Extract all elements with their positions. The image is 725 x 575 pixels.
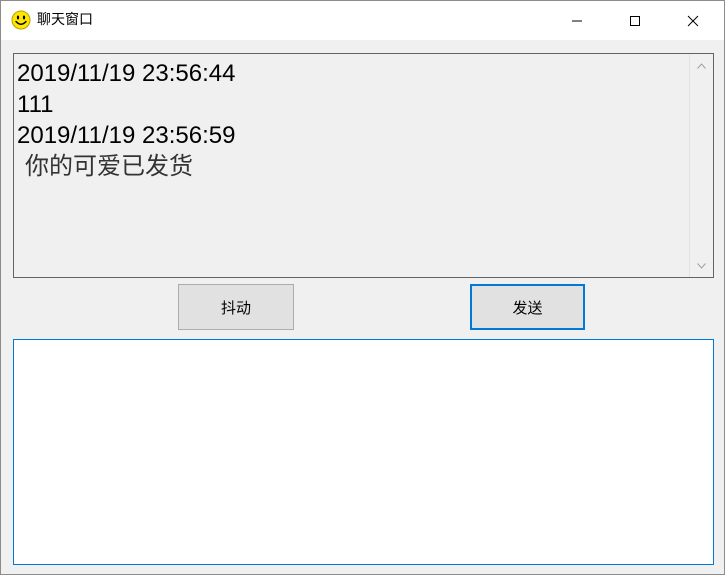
close-icon xyxy=(687,15,699,26)
vertical-scrollbar[interactable] xyxy=(689,54,713,277)
chat-window: 聊天窗口 2019/11/19 23:56:44 111 2019/11/19 … xyxy=(0,0,725,575)
message-input[interactable] xyxy=(13,339,714,565)
shake-button[interactable]: 抖动 xyxy=(178,284,294,330)
close-button[interactable] xyxy=(670,1,716,40)
maximize-button[interactable] xyxy=(612,1,658,40)
minimize-button[interactable] xyxy=(554,1,600,40)
send-button[interactable]: 发送 xyxy=(470,284,585,330)
message-timestamp: 2019/11/19 23:56:59 xyxy=(17,122,236,149)
message-text: 111 xyxy=(17,91,54,118)
window-title: 聊天窗口 xyxy=(37,12,93,28)
minimize-icon xyxy=(572,20,582,21)
smiley-face-icon xyxy=(11,10,31,30)
scroll-down-button[interactable] xyxy=(690,257,713,274)
scroll-up-button[interactable] xyxy=(690,57,713,74)
chat-history[interactable]: 2019/11/19 23:56:44 111 2019/11/19 23:56… xyxy=(13,53,714,278)
chat-history-content: 2019/11/19 23:56:44 111 2019/11/19 23:56… xyxy=(17,58,687,182)
message-timestamp: 2019/11/19 23:56:44 xyxy=(17,60,236,87)
chevron-up-icon xyxy=(697,62,706,69)
title-bar[interactable]: 聊天窗口 xyxy=(1,1,724,40)
maximize-icon xyxy=(630,15,640,26)
message-text: 你的可爱已发货 xyxy=(25,152,193,180)
chevron-down-icon xyxy=(697,262,706,269)
